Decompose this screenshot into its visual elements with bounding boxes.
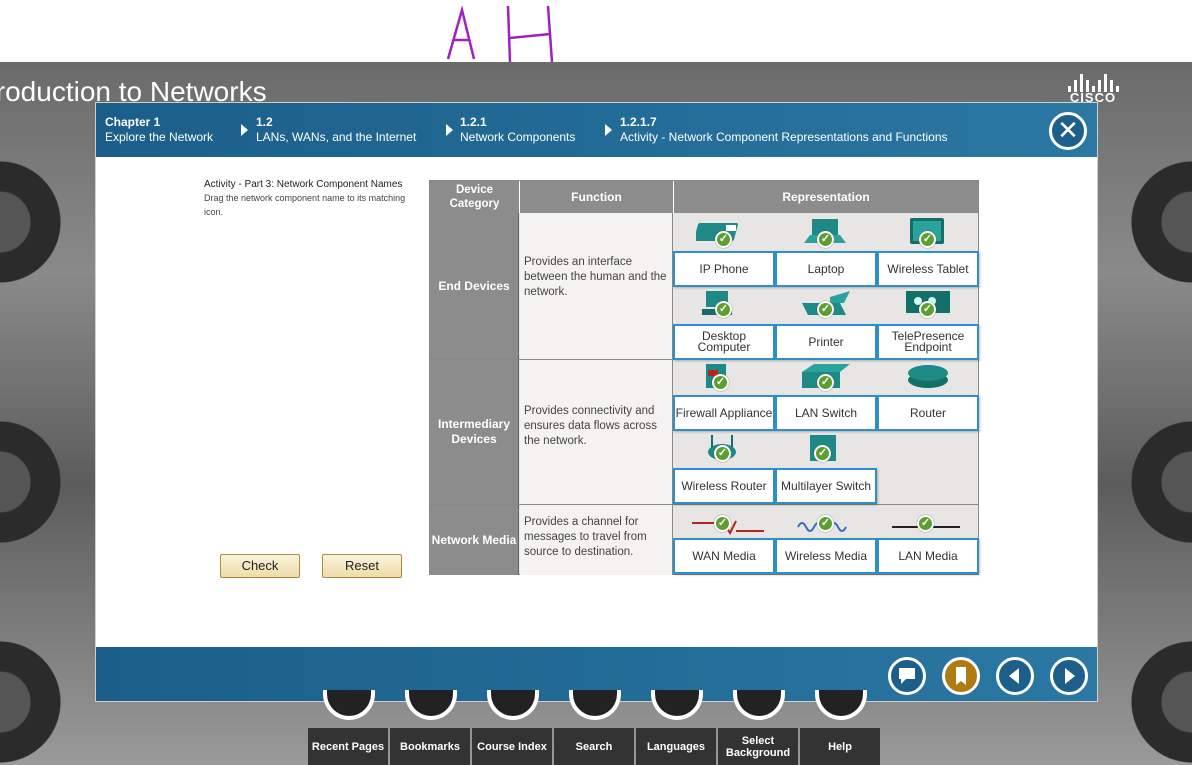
chip-laptop[interactable]: Laptop bbox=[775, 251, 877, 287]
chip-lan-switch[interactable]: LAN Switch bbox=[775, 395, 877, 431]
category-network-media: Network Media bbox=[430, 505, 519, 575]
chip-desktop-computer[interactable]: Desktop Computer bbox=[673, 324, 775, 360]
function-intermediary-devices: Provides connectivity and ensures data f… bbox=[520, 360, 673, 504]
category-intermediary-devices: Intermediary Devices bbox=[430, 360, 519, 504]
header-function: Function bbox=[520, 181, 674, 213]
question-icon bbox=[815, 690, 867, 720]
bookmark-icon bbox=[956, 667, 966, 685]
arrow-right-icon bbox=[1065, 668, 1075, 684]
component-table: Device Category Function Representation … bbox=[429, 180, 979, 575]
check-icon: ✓ bbox=[817, 374, 834, 391]
check-icon: ✓ bbox=[712, 374, 729, 391]
reset-button[interactable]: Reset bbox=[322, 554, 402, 578]
breadcrumb-arrow-icon bbox=[446, 124, 453, 136]
breadcrumb-chapter[interactable]: Chapter 1 Explore the Network bbox=[105, 115, 213, 145]
check-icon: ✓ bbox=[714, 515, 731, 532]
chip-router[interactable]: Router bbox=[877, 395, 979, 431]
handwritten-annotation bbox=[446, 5, 554, 63]
check-icon: ✓ bbox=[817, 301, 834, 318]
list-icon bbox=[487, 690, 539, 720]
instructions-title: Activity - Part 3: Network Component Nam… bbox=[204, 179, 403, 190]
instructions-body: Drag the network component name to its m… bbox=[204, 193, 406, 217]
check-icon: ✓ bbox=[817, 515, 834, 532]
desktop-top-area bbox=[0, 0, 1192, 62]
chip-wireless-tablet[interactable]: Wireless Tablet bbox=[877, 251, 979, 287]
check-icon: ✓ bbox=[715, 231, 732, 248]
dock-select-background[interactable]: Select Background bbox=[718, 690, 798, 765]
chip-lan-media[interactable]: LAN Media bbox=[877, 538, 979, 574]
breadcrumb: Chapter 1 Explore the Network 1.2 LANs, WA… bbox=[96, 103, 1097, 157]
chip-wireless-media[interactable]: Wireless Media bbox=[775, 538, 877, 574]
check-icon: ✓ bbox=[814, 445, 831, 462]
breadcrumb-page[interactable]: 1.2.1.7 Activity - Network Component Repr… bbox=[620, 115, 948, 145]
activity-window: Chapter 1 Explore the Network 1.2 LANs, WA… bbox=[95, 102, 1098, 702]
grid-icon bbox=[733, 690, 785, 720]
bookmark-icon bbox=[405, 690, 457, 720]
chip-wireless-router[interactable]: Wireless Router bbox=[673, 468, 775, 504]
chip-multilayer-switch[interactable]: Multilayer Switch bbox=[775, 468, 877, 504]
close-button[interactable]: ✕ bbox=[1049, 112, 1087, 150]
breadcrumb-arrow-icon bbox=[241, 124, 248, 136]
dock-bookmarks[interactable]: Bookmarks bbox=[390, 690, 470, 765]
arrow-left-icon bbox=[1009, 668, 1019, 684]
comment-button[interactable] bbox=[888, 657, 926, 695]
close-icon: ✕ bbox=[1057, 115, 1079, 145]
pages-icon bbox=[323, 690, 375, 720]
dock-help[interactable]: Help bbox=[800, 690, 880, 765]
chip-telepresence-endpoint[interactable]: TelePresence Endpoint bbox=[877, 324, 979, 360]
breadcrumb-section[interactable]: 1.2 LANs, WANs, and the Internet bbox=[256, 115, 416, 145]
dock-search[interactable]: Search bbox=[554, 690, 634, 765]
check-button[interactable]: Check bbox=[220, 554, 300, 578]
function-end-devices: Provides an interface between the human … bbox=[520, 213, 673, 359]
previous-page-button[interactable] bbox=[996, 657, 1034, 695]
check-icon: ✓ bbox=[917, 515, 934, 532]
router-icon bbox=[908, 365, 948, 388]
search-icon bbox=[569, 690, 621, 720]
speech-bubble-icon bbox=[899, 668, 915, 684]
header-category: Device Category bbox=[430, 181, 520, 213]
check-icon: ✓ bbox=[919, 231, 936, 248]
next-page-button[interactable] bbox=[1050, 657, 1088, 695]
dock-course-index[interactable]: Course Index bbox=[472, 690, 552, 765]
check-icon: ✓ bbox=[817, 231, 834, 248]
course-dock: Recent Pages Bookmarks Course Index Sear… bbox=[308, 690, 883, 765]
instructions: Activity - Part 3: Network Component Nam… bbox=[204, 179, 424, 219]
dock-languages[interactable]: Languages bbox=[636, 690, 716, 765]
header-representation: Representation bbox=[674, 181, 978, 213]
check-icon: ✓ bbox=[714, 445, 731, 462]
globe-icon bbox=[651, 690, 703, 720]
dock-recent-pages[interactable]: Recent Pages bbox=[308, 690, 388, 765]
function-network-media: Provides a channel for messages to trave… bbox=[520, 505, 673, 575]
check-icon: ✓ bbox=[919, 301, 936, 318]
breadcrumb-topic[interactable]: 1.2.1 Network Components bbox=[460, 115, 575, 145]
bookmark-button[interactable] bbox=[942, 657, 980, 695]
breadcrumb-arrow-icon bbox=[605, 124, 612, 136]
category-end-devices: End Devices bbox=[430, 213, 519, 359]
chip-ip-phone[interactable]: IP Phone bbox=[673, 251, 775, 287]
chip-firewall-appliance[interactable]: Firewall Appliance bbox=[673, 395, 775, 431]
check-icon: ✓ bbox=[715, 301, 732, 318]
chip-printer[interactable]: Printer bbox=[775, 324, 877, 360]
chip-wan-media[interactable]: WAN Media bbox=[673, 538, 775, 574]
